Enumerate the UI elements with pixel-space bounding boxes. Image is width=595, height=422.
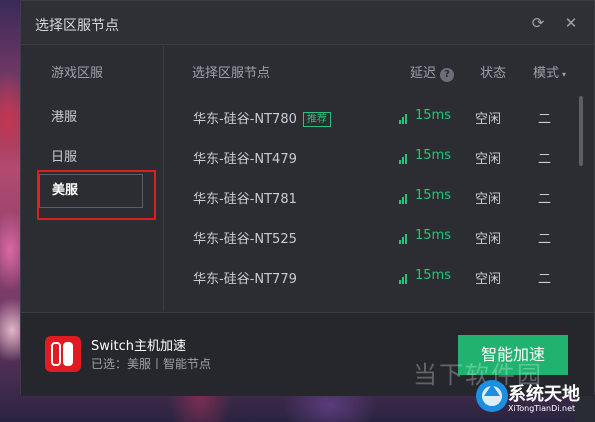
mode-value: 二 [538,232,552,247]
recommended-badge: 推荐 [302,112,331,127]
mode-value: 二 [538,192,552,207]
latency-text: 15ms [415,188,451,203]
highlight-box [37,170,156,220]
signal-icon [399,149,409,164]
node-name: 华东-硅谷-NT780 推荐 [193,108,331,127]
joycon-right-shape [63,342,73,366]
signal-icon [399,229,409,244]
latency-header-label: 延迟 [410,66,437,81]
latency-text: 15ms [415,228,451,243]
titlebar: 选择区服节点 ⟳ ✕ [21,1,594,45]
signal-icon [399,189,409,204]
status-value: 空闲 [475,152,502,167]
node-column-header: 选择区服节点 [192,66,271,81]
node-row[interactable]: 华东-硅谷-NT780 推荐 15ms 空闲 二 [191,108,561,148]
node-row[interactable]: 华东-硅谷-NT525 15ms 空闲 二 [191,228,561,268]
chevron-down-icon: ▾ [562,70,567,79]
region-item-hk[interactable]: 港服 [51,106,77,125]
signal-icon [399,269,409,284]
status-value: 空闲 [475,112,502,127]
latency-value: 15ms [399,108,451,124]
mode-value: 二 [538,112,552,127]
mode-value: 二 [538,272,552,287]
latency-text: 15ms [415,108,451,123]
close-icon[interactable]: ✕ [561,13,581,33]
latency-value: 15ms [399,228,451,244]
mode-value: 二 [538,152,552,167]
node-name: 华东-硅谷-NT779 [193,272,297,287]
brand-name: 系统天地 [508,384,580,405]
latency-value: 15ms [399,268,451,284]
mode-header-label: 模式 [533,66,560,81]
region-panel: 游戏区服 港服 日服 美服 [21,46,164,311]
region-heading: 游戏区服 [51,66,104,81]
latency-text: 15ms [415,268,451,283]
status-column-header: 状态 [480,66,507,81]
latency-text: 15ms [415,148,451,163]
latency-value: 15ms [399,148,451,164]
mode-column-header[interactable]: 模式 ▾ [533,62,566,81]
node-name-text: 华东-硅谷-NT780 [193,112,297,127]
node-name: 华东-硅谷-NT525 [193,232,297,247]
status-value: 空闲 [475,232,502,247]
node-name: 华东-硅谷-NT781 [193,192,297,207]
signal-icon [399,109,409,124]
dialog-title: 选择区服节点 [35,18,119,34]
latency-column-header: 延迟? [410,62,455,82]
node-row[interactable]: 华东-硅谷-NT781 15ms 空闲 二 [191,188,561,228]
switch-icon [45,336,81,372]
status-value: 空闲 [475,272,502,287]
refresh-icon[interactable]: ⟳ [528,13,548,33]
selection-summary: 已选：美服丨智能节点 [91,357,212,371]
brand-url: XiTongTianDi.net [508,404,576,413]
scrollbar[interactable] [579,96,583,166]
node-row[interactable]: 华东-硅谷-NT479 15ms 空闲 二 [191,148,561,188]
server-node-dialog: 选择区服节点 ⟳ ✕ 游戏区服 港服 日服 美服 选择区服节点 延迟? 状态 模… [20,0,595,396]
node-name: 华东-硅谷-NT479 [193,152,297,167]
node-row[interactable]: 华东-硅谷-NT779 15ms 空闲 二 [191,268,561,308]
status-value: 空闲 [475,192,502,207]
help-icon[interactable]: ? [440,68,455,82]
joycon-left-shape [51,342,61,366]
latency-value: 15ms [399,188,451,204]
region-item-jp[interactable]: 日服 [51,146,77,165]
platform-title: Switch主机加速 [91,339,186,354]
